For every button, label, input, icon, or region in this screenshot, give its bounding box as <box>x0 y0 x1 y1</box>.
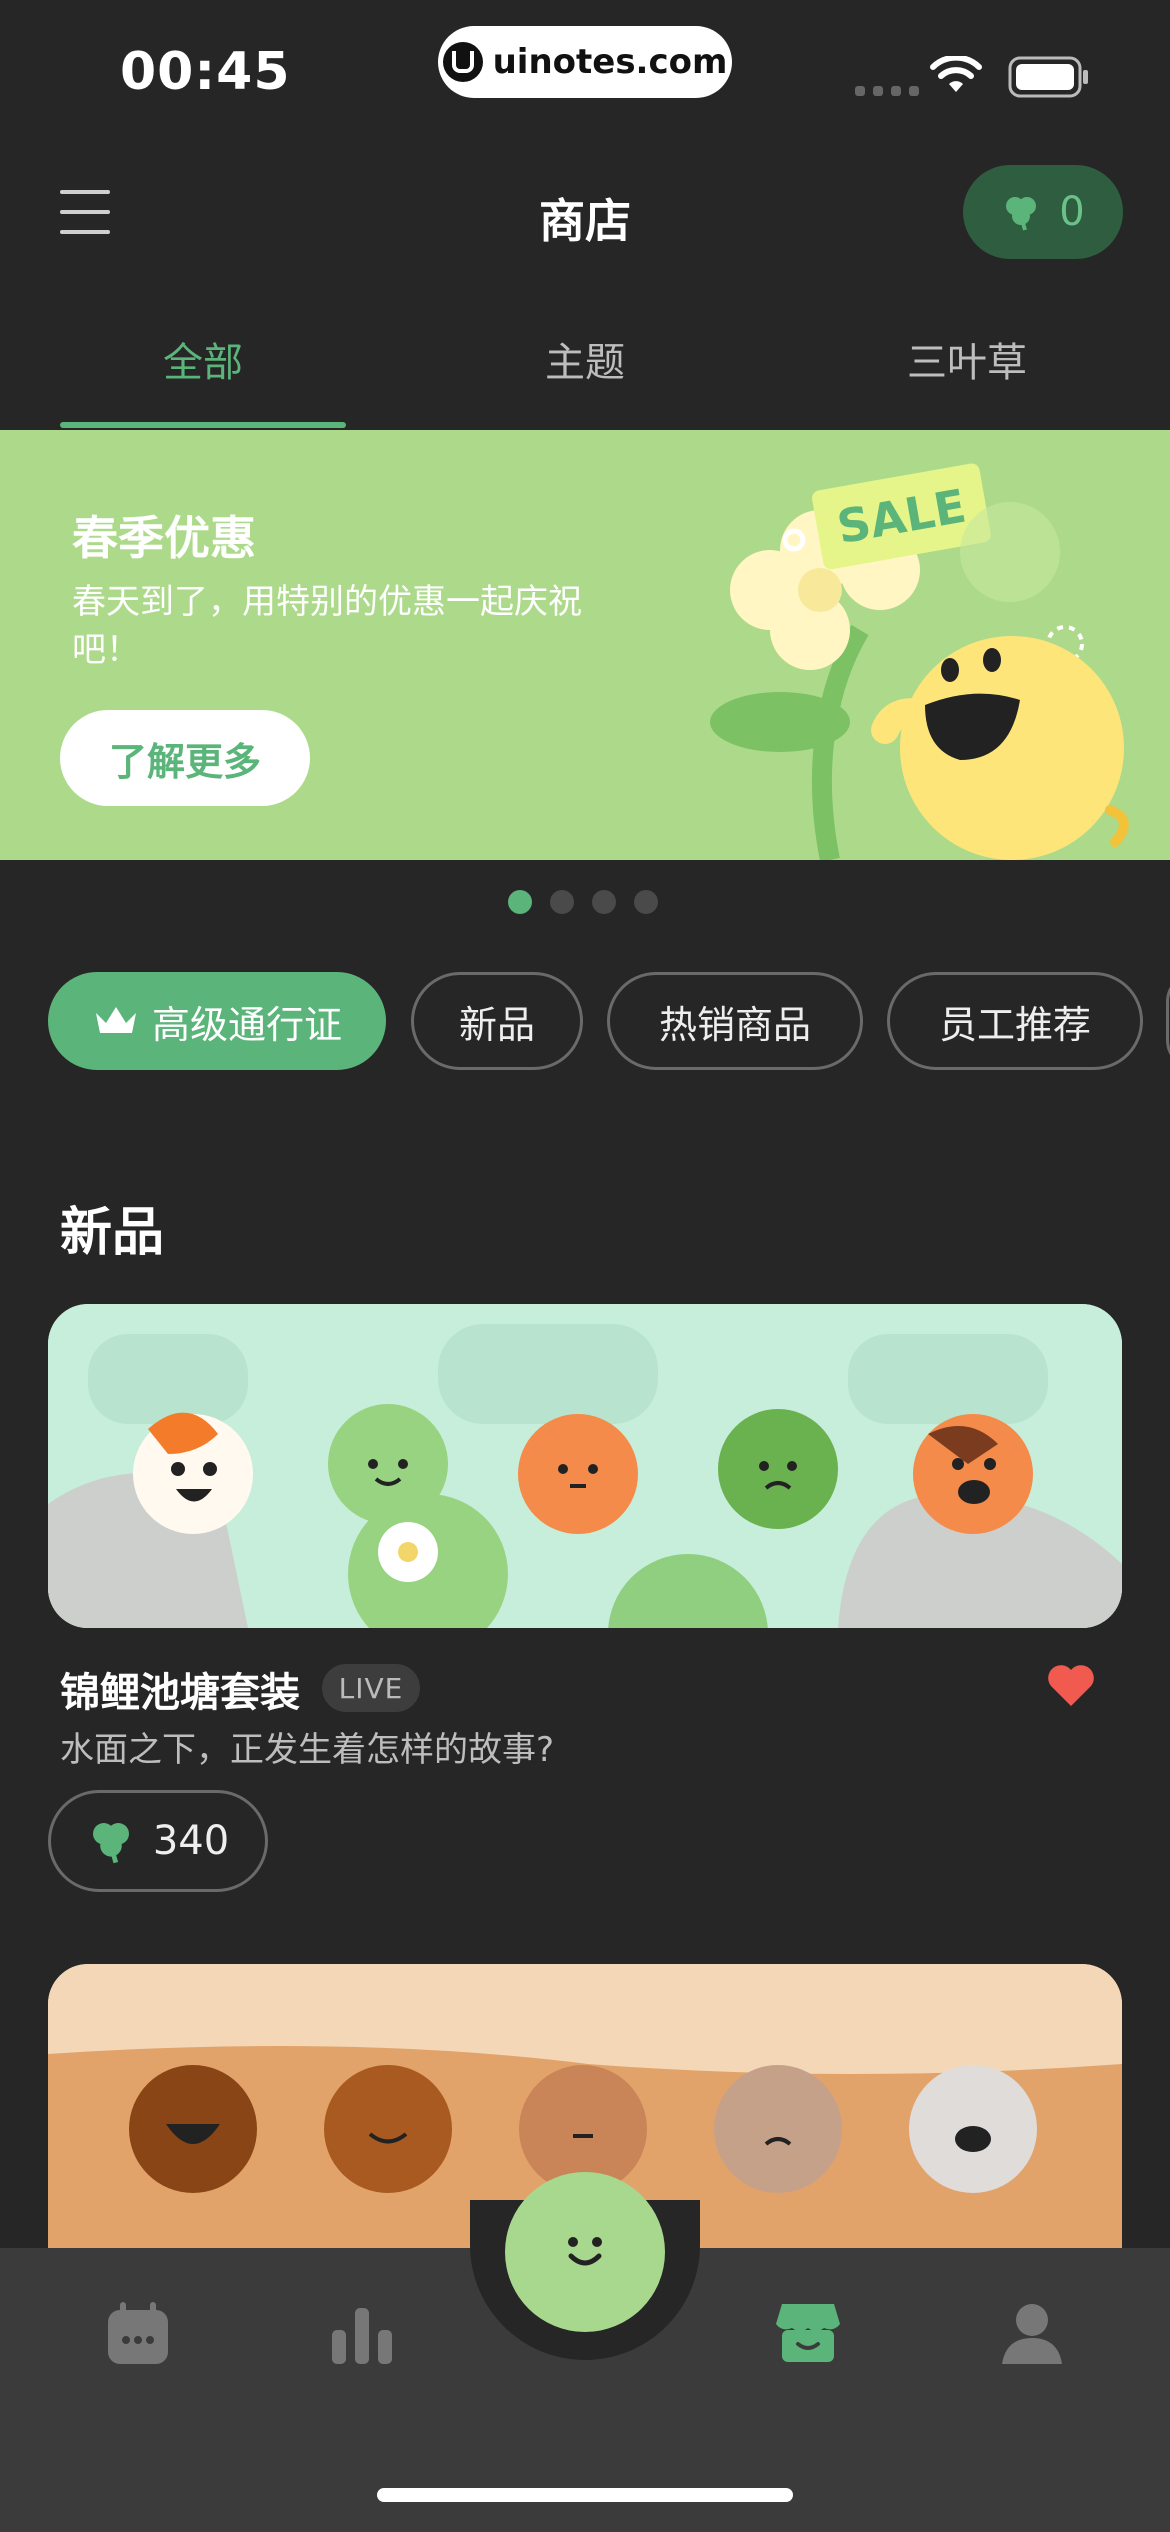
price-value: 340 <box>152 1818 230 1864</box>
carousel-dot[interactable] <box>592 890 616 914</box>
banner-title: 春季优惠 <box>72 511 256 565</box>
crown-icon <box>95 1007 136 1033</box>
uinotes-logo-icon <box>442 42 483 82</box>
chip-more[interactable] <box>1166 972 1170 1070</box>
chip-label: 热销商品 <box>658 1002 811 1047</box>
profile-icon[interactable] <box>998 2300 1066 2368</box>
mood-face-button[interactable] <box>505 2172 665 2332</box>
mood-face-icon <box>568 2237 602 2266</box>
tab-clovers[interactable]: 三叶草 <box>822 330 1112 388</box>
clover-icon <box>92 1823 129 1864</box>
live-badge: LIVE <box>322 1664 420 1712</box>
chip-premium-pass[interactable]: 高级通行证 <box>48 972 386 1070</box>
carousel-dot[interactable] <box>550 890 574 914</box>
battery-icon <box>1008 56 1088 98</box>
store-icon[interactable] <box>774 2298 842 2366</box>
clover-count: 0 <box>1059 189 1085 235</box>
carousel-indicator <box>508 890 658 914</box>
heart-icon[interactable] <box>1045 1662 1097 1708</box>
wifi-icon <box>930 56 982 92</box>
koi-pond-illustration <box>48 1304 1122 1628</box>
chip-label: 员工推荐 <box>938 1002 1091 1047</box>
signal-icon <box>855 86 919 96</box>
tab-active-indicator <box>60 422 346 428</box>
chip-new[interactable]: 新品 <box>411 972 583 1070</box>
banner-subtitle: 春天到了，用特别的优惠一起庆祝吧！ <box>72 582 582 670</box>
calendar-icon[interactable] <box>104 2300 172 2368</box>
spring-sale-illustration: SALE <box>710 463 1129 860</box>
promo-banner[interactable]: 春季优惠 春天到了，用特别的优惠一起庆祝吧！ 了解更多 SALE <box>0 430 1170 860</box>
url-text: uinotes.com <box>492 42 728 82</box>
carousel-dot-active[interactable] <box>508 890 532 914</box>
clover-balance-button[interactable]: 0 <box>963 165 1123 259</box>
status-time: 00:45 <box>120 42 291 102</box>
learn-more-button[interactable]: 了解更多 <box>60 710 310 806</box>
chip-staff-picks[interactable]: 员工推荐 <box>887 972 1143 1070</box>
home-indicator <box>377 2488 793 2502</box>
chip-label: 高级通行证 <box>151 1002 342 1047</box>
product-image-koi-pond[interactable] <box>48 1304 1122 1628</box>
chip-best-sellers[interactable]: 热销商品 <box>607 972 863 1070</box>
clover-icon <box>1006 197 1037 231</box>
carousel-dot[interactable] <box>634 890 658 914</box>
chip-label: 新品 <box>458 1002 535 1047</box>
product-name: 锦鲤池塘套装 <box>60 1670 300 1716</box>
price-button[interactable]: 340 <box>48 1790 268 1892</box>
url-pill: uinotes.com <box>438 26 732 98</box>
chart-icon[interactable] <box>328 2300 396 2368</box>
tab-themes[interactable]: 主题 <box>440 330 730 388</box>
tab-all[interactable]: 全部 <box>58 330 348 388</box>
product-description: 水面之下，正发生着怎样的故事? <box>60 1730 555 1770</box>
section-title: 新品 <box>60 1203 165 1263</box>
